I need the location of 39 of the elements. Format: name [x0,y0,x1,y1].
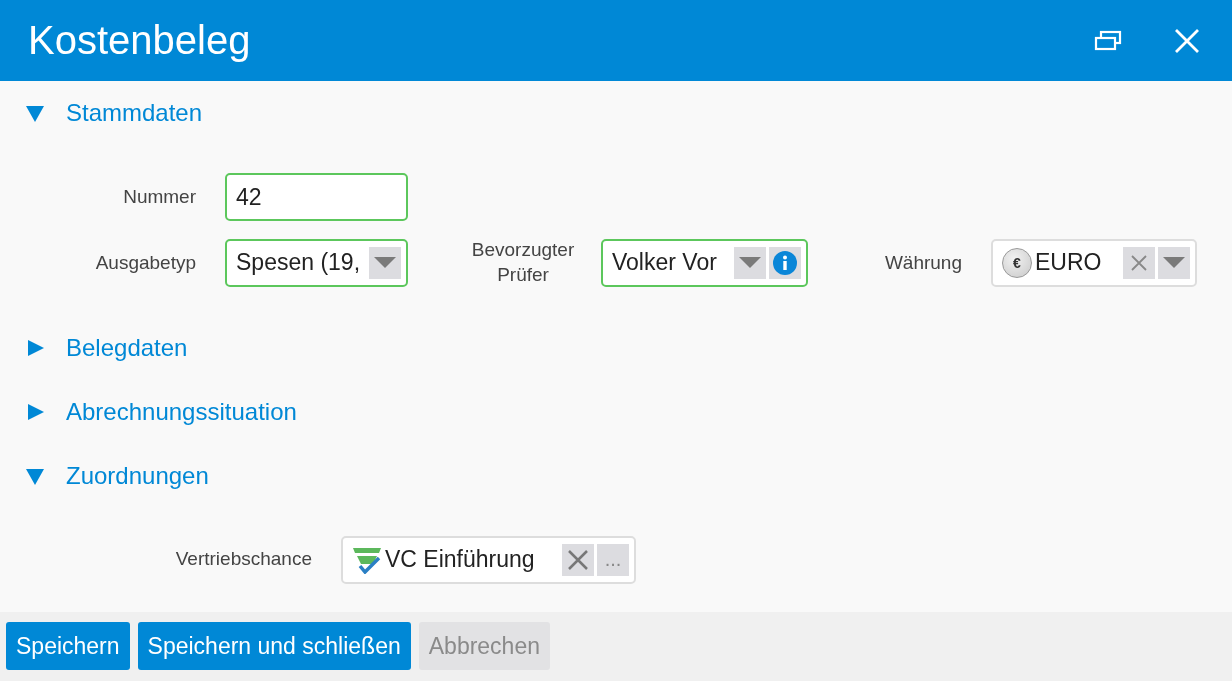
dropdown-field[interactable]: € EURO [991,238,1197,287]
clear-button[interactable] [562,543,594,576]
window-title: Kostenbeleg [28,18,252,64]
input-field[interactable]: 42 [225,173,408,222]
coin-icon: € [1002,247,1032,278]
section-header[interactable]: Stammdaten [0,81,203,146]
caret-down-icon [1163,256,1185,269]
more-button[interactable]: ... [597,543,629,576]
lookup-field[interactable]: VC Einführung ... [341,535,636,584]
save-button[interactable]: Speichern [6,622,130,671]
info-icon [773,250,797,275]
field-label: Bevorzugter Prüfer [470,238,576,287]
save-button[interactable]: Speichern und schließen [137,622,411,671]
section-header[interactable]: Zuordnungen [0,443,209,508]
funnel-check-icon [352,545,382,574]
field-value: Spesen (19, [236,249,362,277]
dropdown-field[interactable]: Volker Vor [601,238,808,287]
caret-down-icon [374,256,396,269]
field-value: EURO [1035,249,1103,277]
field-value: VC Einführung [385,546,536,574]
close-icon [1130,253,1148,272]
info-button[interactable] [769,246,801,279]
section-header[interactable]: Abrechnungssituation [0,379,297,444]
dropdown-field[interactable]: Spesen (19, [225,238,408,287]
close-icon [1174,27,1200,54]
section-header[interactable]: Belegdaten [0,315,188,380]
clear-button[interactable] [1123,246,1155,279]
field-value: 42 [236,183,263,211]
dropdown-button[interactable] [369,246,401,279]
field-label: Ausgabetyp [94,250,197,275]
field-label: Währung [883,250,963,275]
dropdown-button[interactable] [734,246,766,279]
dropdown-button[interactable] [1158,246,1190,279]
caret-down-icon [739,256,761,269]
restore-icon [1094,29,1122,52]
field-value: Volker Vor [612,249,718,277]
field-label: Nummer [122,184,197,209]
field-label: Vertriebschance [174,547,313,572]
close-icon [567,548,589,571]
